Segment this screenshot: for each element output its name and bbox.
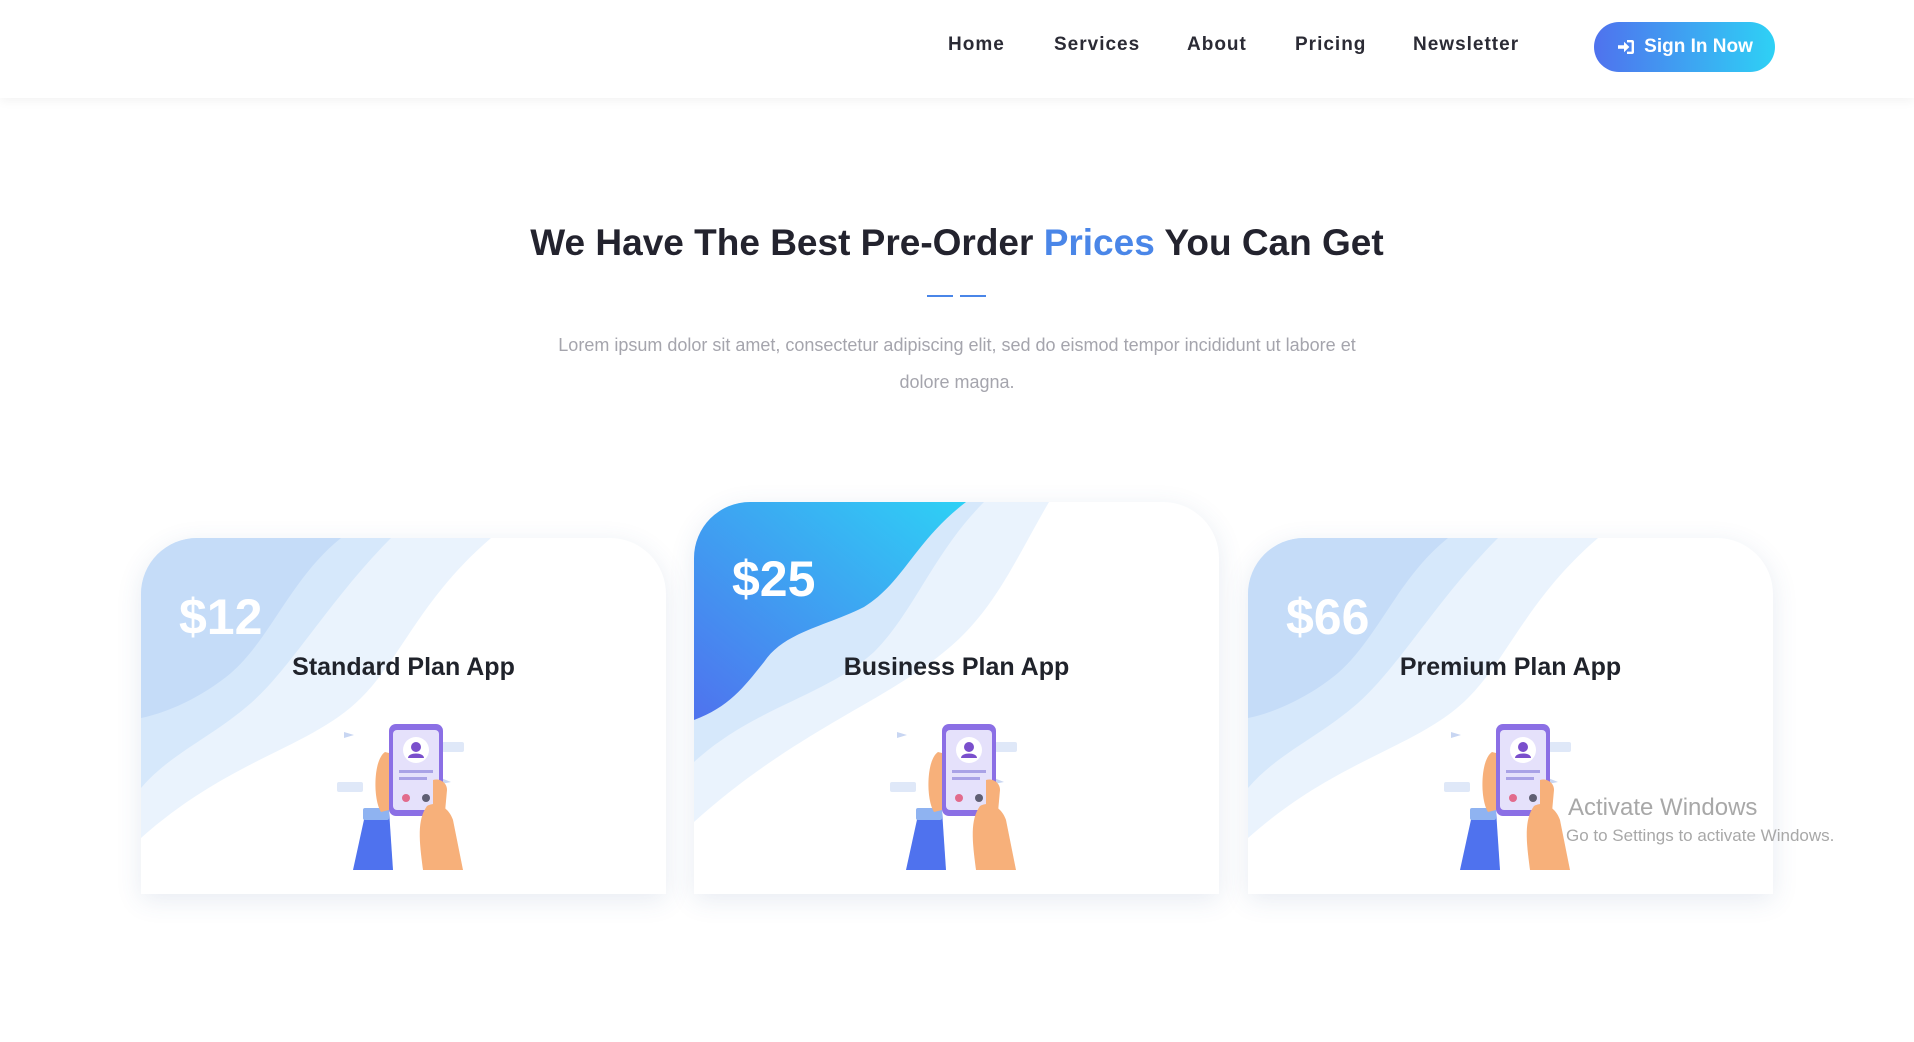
activate-windows-hint: Go to Settings to activate Windows.: [1566, 826, 1835, 845]
sign-in-button[interactable]: Sign In Now: [1594, 22, 1775, 72]
section-title: We Have The Best Pre-Order Prices You Ca…: [0, 222, 1914, 264]
site-header: Home Services About Pricing Newsletter S…: [0, 0, 1914, 98]
title-part-1: We Have The Best Pre-Order: [530, 222, 1044, 263]
phone-in-hand-illustration: [1444, 724, 1571, 870]
pricing-card-standard[interactable]: $12 Standard Plan App: [141, 538, 666, 894]
phone-in-hand-illustration: [337, 724, 464, 870]
nav-services[interactable]: Services: [1054, 34, 1140, 56]
activate-windows-title: Activate Windows: [1568, 794, 1758, 821]
sign-in-icon: [1618, 40, 1635, 54]
sign-in-label: Sign In Now: [1644, 36, 1753, 57]
nav-about[interactable]: About: [1187, 34, 1247, 56]
plan-price: $12: [179, 589, 263, 645]
nav-pricing[interactable]: Pricing: [1295, 34, 1366, 56]
plan-price: $66: [1286, 589, 1370, 645]
plan-name: Business Plan App: [843, 653, 1070, 681]
title-divider: [927, 295, 986, 297]
plan-name: Premium Plan App: [1399, 653, 1622, 681]
title-accent: Prices: [1043, 222, 1155, 263]
title-part-2: You Can Get: [1154, 222, 1384, 263]
plan-price: $25: [732, 551, 816, 607]
nav-home[interactable]: Home: [948, 34, 1005, 56]
section-subtitle: Lorem ipsum dolor sit amet, consectetur …: [558, 335, 1356, 392]
plan-name: Standard Plan App: [292, 653, 515, 681]
nav-newsletter[interactable]: Newsletter: [1413, 34, 1519, 56]
phone-in-hand-illustration: [890, 724, 1017, 870]
pricing-card-business[interactable]: $25 Business Plan App: [694, 502, 1219, 894]
